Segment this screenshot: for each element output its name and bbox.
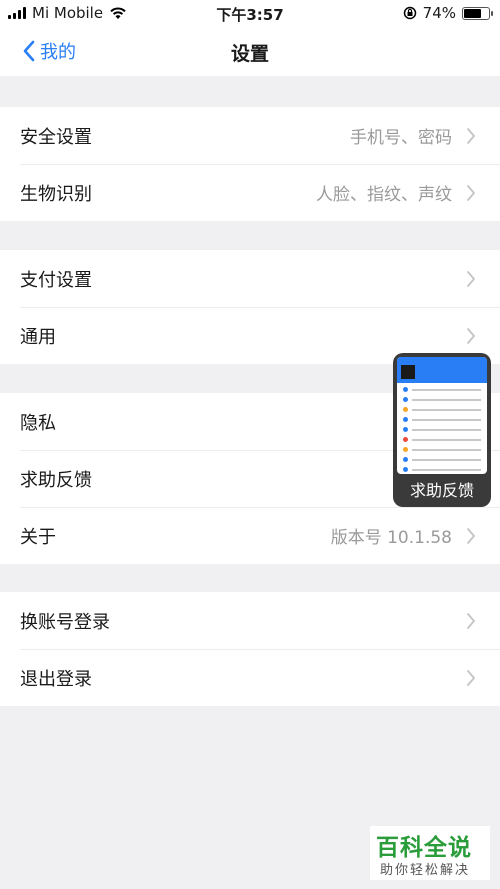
floating-help-window[interactable]: 求助反馈 xyxy=(393,353,491,507)
nav-bar: 我的 设置 xyxy=(0,26,500,76)
thumbnail-line xyxy=(403,406,481,413)
settings-group-account: 换账号登录 退出登录 xyxy=(0,592,500,706)
chevron-right-icon xyxy=(467,184,475,201)
row-label: 换账号登录 xyxy=(20,611,110,633)
thumbnail-avatar xyxy=(401,365,415,379)
row-label: 隐私 xyxy=(20,412,56,434)
battery-percent: 74% xyxy=(422,4,456,22)
row-label: 生物识别 xyxy=(20,183,92,205)
thumbnail-line xyxy=(403,416,481,423)
chevron-right-icon xyxy=(467,612,475,629)
thumbnail-line xyxy=(403,436,481,443)
rotation-lock-icon xyxy=(403,6,416,20)
chevron-right-icon xyxy=(467,669,475,686)
watermark-title: 百科全说 xyxy=(376,835,472,861)
row-security-settings[interactable]: 安全设置 手机号、密码 xyxy=(0,107,500,164)
watermark-subtitle: 助你轻松解决 xyxy=(380,863,471,878)
thumbnail-line xyxy=(403,466,481,473)
watermark-logo: 百科全说 助你轻松解决 xyxy=(370,826,490,880)
chevron-right-icon xyxy=(467,270,475,287)
row-value: 人脸、指纹、声纹 xyxy=(316,185,452,205)
settings-group-payment: 支付设置 通用 xyxy=(0,250,500,364)
thumbnail-line xyxy=(403,386,481,393)
row-label: 安全设置 xyxy=(20,126,92,148)
thumbnail-line xyxy=(403,426,481,433)
row-switch-account[interactable]: 换账号登录 xyxy=(0,592,500,649)
row-about[interactable]: 关于 版本号 10.1.58 xyxy=(0,507,500,564)
chevron-right-icon xyxy=(467,327,475,344)
row-label: 支付设置 xyxy=(20,269,92,291)
row-payment-settings[interactable]: 支付设置 xyxy=(0,250,500,307)
battery-level xyxy=(464,8,482,18)
row-label: 退出登录 xyxy=(20,668,92,690)
status-bar: Mi Mobile 下午3:57 74% xyxy=(0,0,500,26)
chevron-right-icon xyxy=(467,527,475,544)
row-biometrics[interactable]: 生物识别 人脸、指纹、声纹 xyxy=(0,164,500,221)
row-label: 求助反馈 xyxy=(20,469,92,491)
row-logout[interactable]: 退出登录 xyxy=(0,649,500,706)
thumbnail-line xyxy=(403,446,481,453)
battery-icon xyxy=(462,6,493,20)
chevron-right-icon xyxy=(467,127,475,144)
row-label: 通用 xyxy=(20,326,56,348)
page-title: 设置 xyxy=(230,43,269,65)
floating-window-label: 求助反馈 xyxy=(409,481,474,500)
row-label: 关于 xyxy=(20,526,56,548)
row-value: 版本号 10.1.58 xyxy=(330,528,452,548)
thumbnail-header xyxy=(397,357,487,383)
thumbnail-line xyxy=(403,396,481,403)
settings-group-security: 安全设置 手机号、密码 生物识别 人脸、指纹、声纹 xyxy=(0,107,500,221)
row-value: 手机号、密码 xyxy=(350,128,452,148)
floating-window-thumbnail xyxy=(397,357,487,474)
status-right: 74% xyxy=(403,4,493,22)
thumbnail-line xyxy=(403,456,481,463)
